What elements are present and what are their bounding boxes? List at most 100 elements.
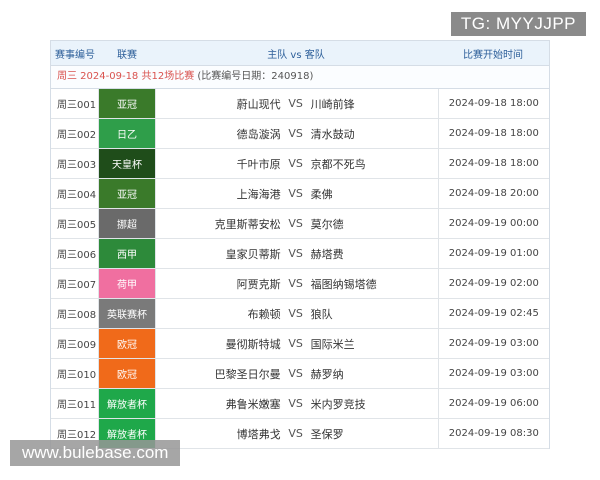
- match-teams: 阿贾克斯 VS 福图纳锡塔德: [156, 269, 438, 298]
- tg-badge: TG: MYYJJPP: [450, 12, 586, 36]
- start-time: 2024-09-18 18:00: [437, 89, 549, 118]
- away-team[interactable]: 圣保罗: [311, 426, 438, 442]
- home-team[interactable]: 克里斯蒂安松: [156, 216, 281, 232]
- league-badge[interactable]: 解放者杯: [98, 389, 156, 418]
- home-team[interactable]: 上海海港: [156, 186, 281, 202]
- match-id: 周三004: [57, 190, 97, 201]
- league-badge[interactable]: 英联赛杯: [98, 299, 156, 328]
- away-team[interactable]: 福图纳锡塔德: [311, 276, 438, 292]
- away-team[interactable]: 国际米兰: [311, 336, 438, 352]
- header-match: 主队 vs 客队: [267, 49, 325, 61]
- header-id: 赛事编号: [55, 49, 95, 61]
- away-team[interactable]: 川崎前锋: [311, 96, 438, 112]
- league-badge[interactable]: 亚冠: [98, 89, 156, 118]
- match-id: 周三011: [57, 400, 97, 411]
- home-team[interactable]: 巴黎圣日尔曼: [156, 366, 281, 382]
- match-teams: 克里斯蒂安松 VS 莫尔德: [156, 209, 438, 238]
- vs-label: VS: [288, 127, 303, 140]
- start-time: 2024-09-18 18:00: [437, 149, 549, 178]
- start-time: 2024-09-19 01:00: [437, 239, 549, 268]
- start-time: 2024-09-19 08:30: [437, 419, 549, 448]
- match-teams: 蔚山现代 VS 川崎前锋: [156, 89, 438, 118]
- header-time: 比赛开始时间: [463, 49, 523, 61]
- match-id: 周三001: [57, 100, 97, 111]
- vs-label: VS: [288, 367, 303, 380]
- table-row[interactable]: 周三001 亚冠 蔚山现代 VS 川崎前锋 2024-09-18 18:00: [51, 89, 549, 119]
- match-id: 周三006: [57, 250, 97, 261]
- vs-label: VS: [288, 427, 303, 440]
- vs-label: VS: [288, 157, 303, 170]
- match-teams: 博塔弗戈 VS 圣保罗: [156, 419, 438, 448]
- match-teams: 德岛漩涡 VS 清水鼓动: [156, 119, 438, 148]
- match-rows: 周三001 亚冠 蔚山现代 VS 川崎前锋 2024-09-18 18:00 周…: [51, 89, 549, 449]
- league-badge[interactable]: 亚冠: [98, 179, 156, 208]
- match-id: 周三008: [57, 310, 97, 321]
- table-row[interactable]: 周三005 挪超 克里斯蒂安松 VS 莫尔德 2024-09-19 00:00: [51, 209, 549, 239]
- vs-label: VS: [288, 247, 303, 260]
- vs-label: VS: [288, 217, 303, 230]
- vs-label: VS: [288, 187, 303, 200]
- home-team[interactable]: 布赖顿: [156, 306, 281, 322]
- match-teams: 弗鲁米嫩塞 VS 米内罗竞技: [156, 389, 438, 418]
- start-time: 2024-09-19 02:00: [437, 269, 549, 298]
- home-team[interactable]: 阿贾克斯: [156, 276, 281, 292]
- table-row[interactable]: 周三009 欧冠 曼彻斯特城 VS 国际米兰 2024-09-19 03:00: [51, 329, 549, 359]
- away-team[interactable]: 柔佛: [311, 186, 438, 202]
- away-team[interactable]: 莫尔德: [311, 216, 438, 232]
- match-teams: 曼彻斯特城 VS 国际米兰: [156, 329, 438, 358]
- vs-label: VS: [288, 307, 303, 320]
- away-team[interactable]: 狼队: [311, 306, 438, 322]
- vs-label: VS: [288, 97, 303, 110]
- site-watermark: www.bulebase.com: [10, 440, 181, 466]
- match-id: 周三002: [57, 130, 97, 141]
- away-team[interactable]: 赫塔费: [311, 246, 438, 262]
- league-badge[interactable]: 荷甲: [98, 269, 156, 298]
- league-badge[interactable]: 欧冠: [98, 329, 156, 358]
- vs-label: VS: [288, 337, 303, 350]
- table-row[interactable]: 周三010 欧冠 巴黎圣日尔曼 VS 赫罗纳 2024-09-19 03:00: [51, 359, 549, 389]
- away-team[interactable]: 米内罗竞技: [311, 396, 438, 412]
- start-time: 2024-09-19 02:45: [437, 299, 549, 328]
- home-team[interactable]: 弗鲁米嫩塞: [156, 396, 281, 412]
- match-teams: 千叶市原 VS 京都不死鸟: [156, 149, 438, 178]
- start-time: 2024-09-19 06:00: [437, 389, 549, 418]
- league-badge[interactable]: 天皇杯: [98, 149, 156, 178]
- match-id: 周三007: [57, 280, 97, 291]
- match-id: 周三009: [57, 340, 97, 351]
- away-team[interactable]: 清水鼓动: [311, 126, 438, 142]
- table-row[interactable]: 周三008 英联赛杯 布赖顿 VS 狼队 2024-09-19 02:45: [51, 299, 549, 329]
- table-row[interactable]: 周三007 荷甲 阿贾克斯 VS 福图纳锡塔德 2024-09-19 02:00: [51, 269, 549, 299]
- date-summary-text: 周三 2024-09-18 共12场比赛: [57, 71, 195, 82]
- table-header: 赛事编号 联赛 主队 vs 客队 比赛开始时间: [51, 41, 549, 66]
- league-badge[interactable]: 西甲: [98, 239, 156, 268]
- start-time: 2024-09-19 00:00: [437, 209, 549, 238]
- start-time: 2024-09-18 20:00: [437, 179, 549, 208]
- vs-label: VS: [288, 397, 303, 410]
- home-team[interactable]: 蔚山现代: [156, 96, 281, 112]
- table-row[interactable]: 周三003 天皇杯 千叶市原 VS 京都不死鸟 2024-09-18 18:00: [51, 149, 549, 179]
- league-badge[interactable]: 挪超: [98, 209, 156, 238]
- vs-label: VS: [288, 277, 303, 290]
- table-row[interactable]: 周三002 日乙 德岛漩涡 VS 清水鼓动 2024-09-18 18:00: [51, 119, 549, 149]
- home-team[interactable]: 千叶市原: [156, 156, 281, 172]
- league-badge[interactable]: 欧冠: [98, 359, 156, 388]
- table-row[interactable]: 周三011 解放者杯 弗鲁米嫩塞 VS 米内罗竞技 2024-09-19 06:…: [51, 389, 549, 419]
- home-team[interactable]: 皇家贝蒂斯: [156, 246, 281, 262]
- match-teams: 皇家贝蒂斯 VS 赫塔费: [156, 239, 438, 268]
- start-time: 2024-09-18 18:00: [437, 119, 549, 148]
- away-team[interactable]: 赫罗纳: [311, 366, 438, 382]
- match-teams: 布赖顿 VS 狼队: [156, 299, 438, 328]
- match-teams: 上海海港 VS 柔佛: [156, 179, 438, 208]
- home-team[interactable]: 德岛漩涡: [156, 126, 281, 142]
- start-time: 2024-09-19 03:00: [437, 329, 549, 358]
- match-teams: 巴黎圣日尔曼 VS 赫罗纳: [156, 359, 438, 388]
- league-badge[interactable]: 日乙: [98, 119, 156, 148]
- date-summary-note: (比赛编号日期：240918): [197, 71, 314, 82]
- away-team[interactable]: 京都不死鸟: [311, 156, 438, 172]
- match-id: 周三010: [57, 370, 97, 381]
- match-id: 周三003: [57, 160, 97, 171]
- home-team[interactable]: 曼彻斯特城: [156, 336, 281, 352]
- table-row[interactable]: 周三006 西甲 皇家贝蒂斯 VS 赫塔费 2024-09-19 01:00: [51, 239, 549, 269]
- header-league: 联赛: [117, 49, 137, 61]
- table-row[interactable]: 周三004 亚冠 上海海港 VS 柔佛 2024-09-18 20:00: [51, 179, 549, 209]
